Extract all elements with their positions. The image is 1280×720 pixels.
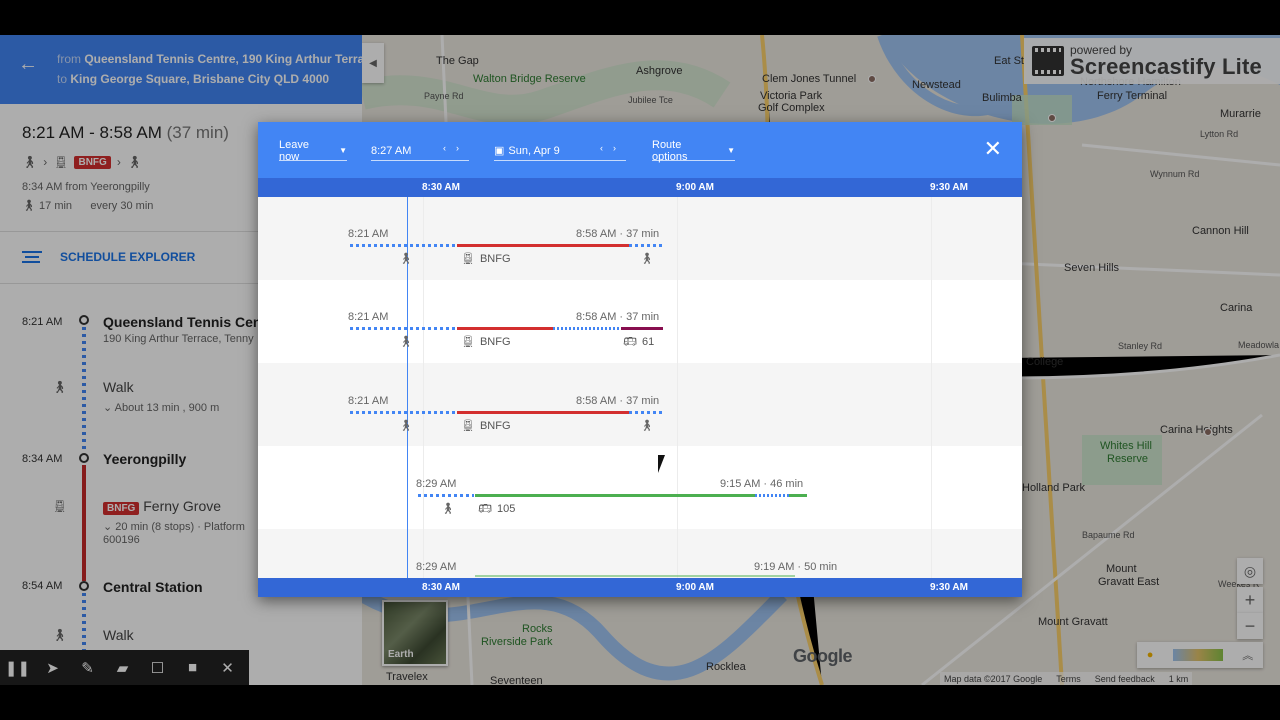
walk-icon: 🚶︎ [441, 503, 455, 515]
date-select[interactable]: ▣ Sun, Apr 9 ‹› [494, 141, 626, 161]
train-icon: 🚆︎ [461, 336, 475, 348]
train-icon: 🚆︎ [461, 253, 475, 265]
tick-label: 8:30 AM [422, 582, 460, 593]
walk-icon: 🚶︎ [399, 336, 413, 348]
route-label: 🚆︎ BNFG [461, 335, 511, 349]
route-name: 61 [641, 335, 655, 348]
trip-start: 8:29 AM [416, 561, 457, 573]
trip-start: 8:21 AM [348, 395, 389, 407]
walk-icon: 🚶︎ [640, 420, 654, 432]
time-arrows-icon[interactable]: ‹› [443, 143, 469, 153]
trip-start: 8:29 AM [416, 478, 457, 490]
trip-start: 8:21 AM [348, 228, 389, 240]
trip-end: 8:58 AM · 37 min [576, 228, 660, 240]
trip-end: 8:58 AM · 37 min [576, 311, 660, 323]
route-options-label: Route options [652, 138, 688, 163]
route-name: BNFG [479, 335, 511, 348]
bus-icon: 🚌︎ [623, 336, 637, 348]
trip-end: 8:58 AM · 37 min [576, 395, 660, 407]
mouse-cursor-icon [658, 455, 672, 473]
walk-icon: 🚶︎ [640, 253, 654, 265]
tick-label: 8:30 AM [422, 182, 460, 193]
schedule-explorer-dialog: Leave now ▼ 8:27 AM ‹› ▣ Sun, Apr 9 ‹› Route… [258, 122, 1022, 597]
route-label: 🚆︎ BNFG [461, 252, 511, 266]
calendar-icon: ▣ [494, 145, 505, 157]
walk-icon: 🚶︎ [399, 420, 413, 432]
route-name: BNFG [479, 252, 511, 265]
trip-start: 8:21 AM [348, 311, 389, 323]
tick-label: 9:00 AM [676, 582, 714, 593]
bus-icon: 🚌︎ [478, 503, 492, 515]
trip-end: 9:15 AM · 46 min [720, 478, 804, 490]
route-name: BNFG [479, 419, 511, 432]
date-arrows-icon[interactable]: ‹› [600, 143, 626, 153]
time-value: 8:27 AM [371, 144, 412, 157]
time-axis-bottom: 8:30 AM 9:00 AM 9:30 AM [258, 578, 1022, 597]
time-axis-top: 8:30 AM 9:00 AM 9:30 AM [258, 178, 1022, 197]
route-label: 🚌︎ 61 [623, 335, 655, 349]
walk-icon: 🚶︎ [399, 253, 413, 265]
route-label: 🚌︎ 105 [478, 502, 516, 516]
train-icon: 🚆︎ [461, 420, 475, 432]
time-select[interactable]: 8:27 AM ‹› [371, 141, 469, 161]
tick-label: 9:30 AM [930, 182, 968, 193]
tick-label: 9:30 AM [930, 582, 968, 593]
leave-now-label: Leave now [279, 138, 309, 163]
date-value: Sun, Apr 9 [508, 144, 560, 157]
schedule-toolbar: Leave now ▼ 8:27 AM ‹› ▣ Sun, Apr 9 ‹› Route… [258, 122, 1022, 178]
tick-label: 9:00 AM [676, 182, 714, 193]
route-options-select[interactable]: Route options ▼ [652, 138, 735, 163]
caret-down-icon: ▼ [339, 146, 347, 155]
route-name: 105 [496, 502, 516, 515]
close-icon[interactable]: ✕ [984, 136, 1002, 162]
route-label: 🚆︎ BNFG [461, 419, 511, 433]
caret-down-icon: ▼ [727, 146, 735, 155]
leave-now-select[interactable]: Leave now ▼ [279, 138, 347, 163]
trip-end: 9:19 AM · 50 min [754, 561, 838, 573]
